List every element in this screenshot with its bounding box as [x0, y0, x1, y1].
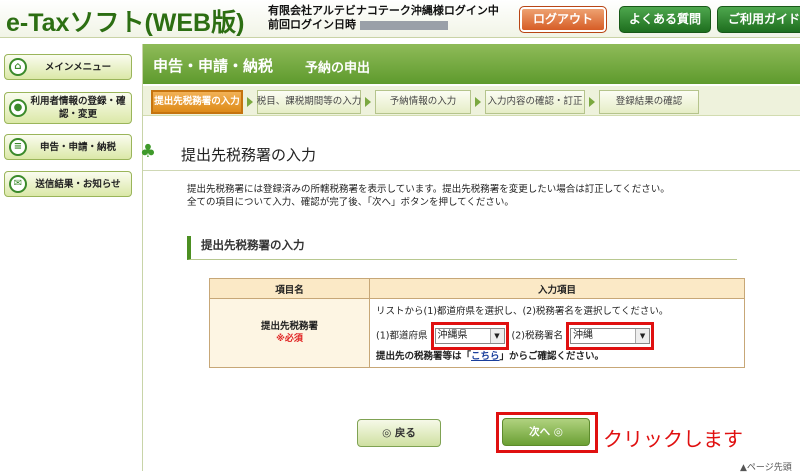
confirm-prefix: 提出先の税務署等は「 — [376, 351, 472, 362]
next-button[interactable]: 次へ ◎ — [502, 418, 590, 446]
last-login: 前回ログイン日時 — [268, 18, 499, 32]
prefecture-highlight: 沖縄県 ▼ — [430, 322, 509, 350]
office-highlight: 沖縄 ▼ — [566, 322, 655, 350]
sidebar-item-label: 送信結果・お知らせ — [35, 178, 121, 190]
chevron-down-icon[interactable]: ▼ — [489, 328, 504, 343]
prefecture-value: 沖縄県 — [437, 329, 468, 341]
sub-heading: 提出先税務署の入力 — [187, 236, 737, 260]
home-icon: ⌂ — [9, 58, 27, 76]
last-login-label: 前回ログイン日時 — [268, 18, 356, 31]
sidebar-item-user-info[interactable]: ● 利用者情報の登録・確認・変更 — [4, 92, 132, 124]
step-1: 提出先税務署の入力 — [151, 90, 243, 114]
instruction-text: リストから(1)都道府県を選択し、(2)税務署名を選択してください。 — [376, 306, 669, 317]
login-user-name: 有限会社アルテビナコテーク沖縄様ログイン中 — [268, 4, 499, 17]
page-top-link[interactable]: ▲ページ先頭 — [740, 460, 792, 473]
guide-button[interactable]: ご利用ガイド — [717, 6, 800, 33]
input-table: 項目名 入力項目 提出先税務署 ※必須 リストから(1)都道府県を選択し、(2)… — [209, 278, 745, 368]
step-arrow-icon — [247, 97, 253, 107]
user-icon: ● — [9, 99, 27, 117]
header: e-Taxソフト(WEB版) 有限会社アルテビナコテーク沖縄様ログイン中 前回ロ… — [0, 0, 800, 38]
input-cell: リストから(1)都道府県を選択し、(2)税務署名を選択してください。 (1)都道… — [369, 298, 745, 368]
prefecture-label: (1)都道府県 — [376, 330, 428, 342]
description-line: 提出先税務署には登録済みの所轄税務署を表示しています。提出先税務署を変更したい場… — [187, 184, 670, 195]
app-logo: e-Taxソフト(WEB版) — [6, 9, 245, 37]
description-line: 全ての項目について入力、確認が完了後、「次へ」ボタンを押してください。 — [187, 197, 514, 208]
step-3: 予納情報の入力 — [375, 90, 471, 114]
row-label-cell: 提出先税務署 ※必須 — [209, 298, 370, 368]
prefecture-select[interactable]: 沖縄県 ▼ — [434, 327, 505, 344]
step-indicator: 提出先税務署の入力 税目、課税期間等の入力 予納情報の入力 入力内容の確認・訂正… — [143, 86, 800, 116]
select-row: (1)都道府県 沖縄県 ▼ (2)税務署名 沖縄 ▼ — [376, 322, 738, 350]
sidebar-item-results[interactable]: ✉ 送信結果・お知らせ — [4, 171, 132, 197]
step-arrow-icon — [589, 97, 595, 107]
sidebar-item-label: 申告・申請・納税 — [39, 141, 116, 153]
document-icon: ≡ — [9, 138, 27, 156]
column-header-item: 項目名 — [209, 278, 370, 299]
step-2: 税目、課税期間等の入力 — [257, 90, 361, 114]
description: 提出先税務署には登録済みの所轄税務署を表示しています。提出先税務署を変更したい場… — [187, 183, 670, 209]
office-value: 沖縄 — [573, 329, 594, 341]
redacted-timestamp — [360, 20, 448, 30]
step-arrow-icon — [475, 97, 481, 107]
sidebar-item-filing[interactable]: ≡ 申告・申請・納税 — [4, 134, 132, 160]
office-select[interactable]: 沖縄 ▼ — [570, 327, 651, 344]
row-label: 提出先税務署 — [260, 321, 318, 332]
confirm-link[interactable]: こちら — [471, 351, 500, 362]
step-5: 登録結果の確認 — [599, 90, 699, 114]
faq-button[interactable]: よくある質問 — [619, 6, 711, 33]
logout-button[interactable]: ログアウト — [519, 6, 607, 33]
mail-icon: ✉ — [9, 175, 27, 193]
chevron-down-icon[interactable]: ▼ — [635, 328, 650, 343]
sidebar: ⌂ メインメニュー ● 利用者情報の登録・確認・変更 ≡ 申告・申請・納税 ✉ … — [0, 44, 138, 471]
page-subtitle: 予納の申出 — [305, 61, 371, 76]
title-bar: 申告・申請・納税 予納の申出 — [143, 44, 800, 84]
back-button[interactable]: ◎ 戻る — [357, 419, 441, 447]
page-title: 申告・申請・納税 — [153, 57, 274, 75]
click-annotation: クリックします — [603, 427, 743, 451]
confirm-text: 提出先の税務署等は「こちら」からご確認ください。 — [376, 350, 738, 364]
clover-icon: ♣ — [139, 141, 157, 162]
main-content: 申告・申請・納税 予納の申出 提出先税務署の入力 税目、課税期間等の入力 予納情… — [140, 44, 800, 471]
confirm-suffix: 」からご確認ください。 — [499, 351, 605, 362]
step-4: 入力内容の確認・訂正 — [485, 90, 585, 114]
divider — [143, 170, 800, 171]
step-arrow-icon — [365, 97, 371, 107]
sidebar-item-label: メインメニュー — [44, 61, 112, 73]
sidebar-item-label: 利用者情報の登録・確認・変更 — [30, 96, 126, 120]
section-title: 提出先税務署の入力 — [181, 146, 317, 164]
office-label: (2)税務署名 — [511, 330, 563, 342]
sidebar-item-main-menu[interactable]: ⌂ メインメニュー — [4, 54, 132, 80]
user-info: 有限会社アルテビナコテーク沖縄様ログイン中 前回ログイン日時 — [268, 4, 499, 32]
required-badge: ※必須 — [276, 334, 303, 344]
column-header-input: 入力項目 — [369, 278, 745, 299]
